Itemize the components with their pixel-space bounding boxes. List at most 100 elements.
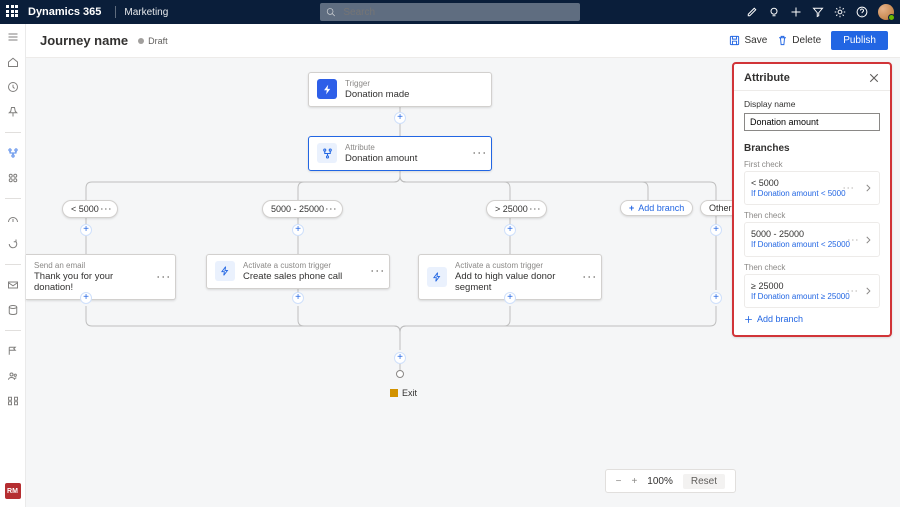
branch-icon <box>317 143 337 163</box>
chevron-right-icon <box>863 235 873 245</box>
bolt-icon <box>317 79 337 99</box>
action-node-trigger[interactable]: Activate a custom trigger Create sales p… <box>206 254 390 289</box>
idea-icon[interactable] <box>768 6 780 18</box>
avatar[interactable] <box>878 4 894 20</box>
branch-name: ≥ 25000 <box>751 281 850 292</box>
app-launcher-icon[interactable] <box>6 5 20 19</box>
bolt-outline-icon <box>215 261 235 281</box>
publish-button[interactable]: Publish <box>831 31 888 50</box>
global-search[interactable] <box>320 3 580 21</box>
node-title: Add to high value donor segment <box>455 271 579 294</box>
add-node-button[interactable]: + <box>394 112 406 124</box>
save-label: Save <box>744 35 767 46</box>
then-check-hint: Then check <box>744 211 880 220</box>
node-title: Create sales phone call <box>243 271 342 282</box>
help-icon[interactable] <box>856 6 868 18</box>
branch-card[interactable]: ≥ 25000 If Donation amount ≥ 25000 ⋮ <box>744 274 880 308</box>
then-check-hint: Then check <box>744 263 880 272</box>
attribute-node[interactable]: Attribute Donation amount ⋮ <box>308 136 492 171</box>
more-icon[interactable]: ⋮ <box>328 203 334 215</box>
branch-name: < 5000 <box>751 178 846 189</box>
status-badge: Draft <box>138 36 168 46</box>
node-kicker: Attribute <box>345 143 417 153</box>
add-node-button[interactable]: + <box>710 292 722 304</box>
branch-label: > 25000 <box>495 204 528 214</box>
chevron-right-icon <box>863 183 873 193</box>
display-name-label: Display name <box>744 99 880 109</box>
zoom-reset-button[interactable]: Reset <box>683 474 725 489</box>
node-kicker: Trigger <box>345 79 409 89</box>
display-name-input[interactable] <box>744 113 880 131</box>
node-more-icon[interactable]: ⋮ <box>477 146 483 160</box>
action-node-email[interactable]: Send an email Thank you for your donatio… <box>26 254 176 300</box>
chevron-right-icon <box>863 286 873 296</box>
filter-icon[interactable] <box>812 6 824 18</box>
more-icon[interactable]: ⋮ <box>850 285 855 297</box>
rail-menu-icon[interactable] <box>6 30 20 44</box>
branch-condition: If Donation amount < 25000 <box>751 240 850 250</box>
page-title: Journey name <box>40 33 128 48</box>
close-icon[interactable] <box>868 72 880 84</box>
add-node-button[interactable]: + <box>710 224 722 236</box>
branches-section-title: Branches <box>744 143 880 154</box>
end-node-icon <box>396 370 404 378</box>
branch-label: 5000 - 25000 <box>271 204 324 214</box>
global-nav: Dynamics 365 Marketing <box>0 0 900 24</box>
save-button[interactable]: Save <box>729 35 767 46</box>
search-icon <box>326 7 335 17</box>
zoom-toolbar: − + 100% Reset <box>605 469 736 493</box>
attribute-panel: Attribute Display name Branches First ch… <box>732 62 892 337</box>
more-icon[interactable]: ⋮ <box>850 234 855 246</box>
panel-add-branch-button[interactable]: Add branch <box>744 314 880 324</box>
node-more-icon[interactable]: ⋮ <box>587 270 593 284</box>
node-kicker: Activate a custom trigger <box>243 261 342 271</box>
add-node-button[interactable]: + <box>292 292 304 304</box>
delete-label: Delete <box>792 35 821 46</box>
zoom-in-button[interactable]: + <box>631 476 637 487</box>
trigger-node[interactable]: Trigger Donation made <box>308 72 492 107</box>
branch-badge[interactable]: > 25000 ⋮ <box>486 200 547 218</box>
node-title: Thank you for your donation! <box>34 271 153 294</box>
brand-separator <box>115 6 116 18</box>
branch-condition: If Donation amount < 5000 <box>751 189 846 199</box>
bolt-outline-icon <box>427 267 447 287</box>
add-node-button[interactable]: + <box>394 352 406 364</box>
branch-card[interactable]: < 5000 If Donation amount < 5000 ⋮ <box>744 171 880 205</box>
branch-label: < 5000 <box>71 204 99 214</box>
panel-title: Attribute <box>744 72 790 84</box>
node-more-icon[interactable]: ⋮ <box>375 264 381 278</box>
settings-icon[interactable] <box>834 6 846 18</box>
node-more-icon[interactable]: ⋮ <box>161 270 167 284</box>
more-icon[interactable]: ⋮ <box>846 182 851 194</box>
first-check-hint: First check <box>744 160 880 169</box>
zoom-value: 100% <box>647 476 673 487</box>
edit-icon[interactable] <box>746 6 758 18</box>
journey-canvas[interactable]: Trigger Donation made + Attribute Donati… <box>26 58 900 507</box>
branch-badge[interactable]: < 5000 ⋮ <box>62 200 118 218</box>
delete-button[interactable]: Delete <box>777 35 821 46</box>
branch-card[interactable]: 5000 - 25000 If Donation amount < 25000 … <box>744 222 880 256</box>
page-toolbar: Journey name Draft Save Delete Publish <box>0 24 900 58</box>
add-node-button[interactable]: + <box>504 292 516 304</box>
add-node-button[interactable]: + <box>292 224 304 236</box>
add-node-button[interactable]: + <box>80 292 92 304</box>
add-node-button[interactable]: + <box>80 224 92 236</box>
branch-condition: If Donation amount ≥ 25000 <box>751 292 850 302</box>
exit-node: Exit <box>390 388 417 398</box>
plus-icon[interactable] <box>790 6 802 18</box>
node-title: Donation made <box>345 89 409 100</box>
other-label: Other <box>709 203 732 213</box>
more-icon[interactable]: ⋮ <box>103 203 109 215</box>
flag-icon <box>390 389 398 397</box>
exit-label: Exit <box>402 388 417 398</box>
add-node-button[interactable]: + <box>504 224 516 236</box>
add-branch-button[interactable]: +Add branch <box>620 200 693 216</box>
node-title: Donation amount <box>345 153 417 164</box>
more-icon[interactable]: ⋮ <box>532 203 538 215</box>
zoom-out-button[interactable]: − <box>616 476 622 487</box>
module-name: Marketing <box>124 7 168 18</box>
add-branch-label: Add branch <box>638 203 684 213</box>
node-kicker: Send an email <box>34 261 153 271</box>
search-input[interactable] <box>341 6 574 19</box>
branch-badge[interactable]: 5000 - 25000 ⋮ <box>262 200 343 218</box>
